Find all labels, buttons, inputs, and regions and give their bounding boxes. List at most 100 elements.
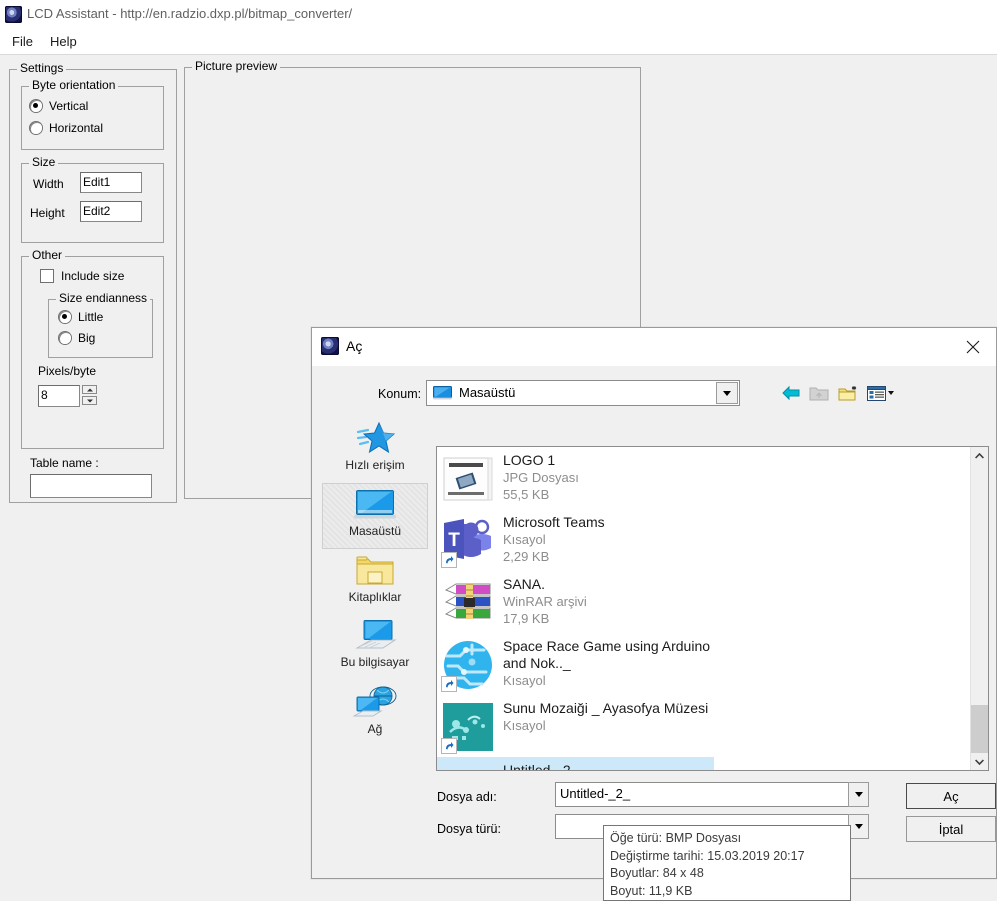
teal-thumbnail-icon — [439, 698, 497, 756]
size-endianness-title: Size endianness — [56, 292, 151, 304]
place-item-desktop[interactable]: Masaüstü — [322, 483, 428, 549]
file-item-size: 55,5 KB — [503, 487, 550, 502]
other-group-title: Other — [29, 249, 66, 261]
place-item-quick-access-label: Hızlı erişim — [345, 458, 405, 472]
file-list-item[interactable]: Space Race Game using Arduino and Nok.._… — [437, 633, 972, 697]
file-item-type: JPG Dosyası — [503, 470, 579, 485]
menu-item-help[interactable]: Help — [44, 32, 83, 51]
tooltip-line: Boyutlar: 84 x 48 — [610, 866, 704, 880]
place-item-network-label: Ağ — [367, 722, 383, 736]
dialog-titlebar: Aç — [312, 328, 996, 366]
location-combobox[interactable]: Masaüstü — [426, 380, 740, 406]
height-input[interactable]: Edit2 — [80, 201, 142, 222]
file-item-info: Untitled-_2_ BMP Dosyası 11,9 KB — [503, 760, 582, 770]
filetype-label: Dosya türü: — [437, 822, 501, 836]
radio-vertical[interactable]: Vertical — [30, 98, 88, 114]
place-item-quick-access[interactable]: Hızlı erişim — [322, 418, 428, 484]
other-group: Other Include size Size endianness Littl… — [21, 249, 164, 449]
file-item-name: Microsoft Teams — [503, 514, 605, 530]
libraries-folder-icon — [355, 550, 395, 590]
radio-horizontal[interactable]: Horizontal — [30, 120, 103, 136]
new-folder-icon[interactable] — [835, 380, 861, 406]
pixels-per-byte-input[interactable]: 8 — [38, 385, 80, 407]
include-size-checkbox[interactable]: Include size — [40, 268, 124, 284]
desktop-icon — [433, 386, 452, 400]
tooltip-line: Boyut: 11,9 KB — [610, 883, 693, 898]
radio-horizontal-indicator — [30, 122, 42, 134]
open-file-dialog: Aç Konum: Masaüstü Hızlı erişim Masaüstü… — [311, 327, 997, 901]
place-item-this-pc[interactable]: Bu bilgisayar — [322, 615, 428, 681]
tooltip-line: Öğe türü: BMP Dosyası — [610, 831, 742, 845]
chevron-down-icon[interactable] — [716, 382, 738, 404]
file-tooltip: Öğe türü: BMP Dosyası Değiştirme tarihi:… — [603, 825, 851, 901]
file-item-name: LOGO 1 — [503, 452, 556, 468]
close-icon[interactable] — [950, 328, 996, 366]
menubar: File Help — [0, 28, 997, 54]
location-label: Konum: — [378, 387, 422, 401]
file-item-size: 17,9 KB — [503, 611, 550, 626]
stepper-up-icon[interactable] — [82, 385, 97, 394]
place-item-network[interactable]: Ağ — [322, 682, 428, 744]
app-eye-icon — [321, 337, 339, 355]
include-size-check-indicator — [40, 269, 54, 283]
this-pc-icon — [353, 615, 397, 655]
file-item-type: WinRAR arşivi — [503, 594, 587, 609]
file-item-info: Sunu Mozaiği _ Ayasofya Müzesi Kısayol — [503, 698, 708, 734]
location-value: Masaüstü — [459, 385, 516, 400]
file-item-size: 2,29 KB — [503, 549, 550, 564]
place-item-this-pc-label: Bu bilgisayar — [340, 655, 410, 669]
radio-big-indicator — [59, 332, 71, 344]
file-item-info: LOGO 1 JPG Dosyası 55,5 KB — [503, 450, 579, 503]
size-endianness-group: Size endianness Little Big — [48, 292, 153, 358]
file-list-item-selected[interactable]: Untitled-_2_ BMP Dosyası 11,9 KB — [437, 757, 714, 770]
views-icon[interactable] — [864, 380, 898, 406]
file-list-item[interactable]: LOGO 1 JPG Dosyası 55,5 KB — [437, 447, 972, 511]
menu-item-file[interactable]: File — [6, 32, 39, 51]
file-list-item[interactable]: Sunu Mozaiği _ Ayasofya Müzesi Kısayol — [437, 695, 972, 759]
file-item-info: Microsoft Teams Kısayol 2,29 KB — [503, 512, 605, 565]
scroll-down-icon[interactable] — [971, 753, 988, 770]
up-folder-icon — [806, 380, 832, 406]
app-eye-icon — [5, 6, 22, 23]
radio-big[interactable]: Big — [59, 330, 95, 346]
radio-vertical-label: Vertical — [49, 99, 89, 113]
table-name-label: Table name : — [30, 456, 99, 470]
picture-preview-title: Picture preview — [192, 60, 281, 72]
filetype-dropdown-icon[interactable] — [848, 814, 869, 839]
shortcut-badge-icon — [441, 676, 457, 692]
radio-vertical-indicator — [30, 100, 42, 112]
scrollbar-thumb[interactable] — [971, 705, 988, 753]
open-button[interactable]: Aç — [906, 783, 996, 809]
cancel-button[interactable]: İptal — [906, 816, 996, 842]
table-name-input[interactable] — [30, 474, 152, 498]
teams-icon: T — [439, 512, 497, 570]
file-item-info: SANA. WinRAR arşivi 17,9 KB — [503, 574, 587, 627]
file-list-item[interactable]: SANA. WinRAR arşivi 17,9 KB — [437, 571, 972, 635]
shortcut-badge-icon — [441, 738, 457, 754]
network-icon — [353, 682, 397, 722]
jpg-thumbnail-icon — [439, 450, 497, 508]
filename-input[interactable]: Untitled-_2_ — [555, 782, 869, 807]
width-label: Width — [33, 177, 64, 191]
place-item-libraries[interactable]: Kitaplıklar — [322, 550, 428, 616]
stepper-down-icon[interactable] — [82, 396, 97, 405]
place-item-desktop-label: Masaüstü — [348, 524, 402, 538]
file-item-name: SANA. — [503, 576, 546, 592]
winrar-icon — [439, 574, 497, 632]
file-item-type: Kısayol — [503, 532, 546, 547]
file-list-scrollbar[interactable] — [970, 447, 988, 770]
back-arrow-icon[interactable] — [778, 380, 804, 406]
filename-dropdown-icon[interactable] — [848, 782, 869, 807]
arduino-circuit-icon — [439, 636, 497, 694]
file-item-name: Sunu Mozaiği _ Ayasofya Müzesi — [503, 700, 709, 716]
radio-little[interactable]: Little — [59, 309, 103, 325]
byte-orientation-group: Byte orientation Vertical Horizontal — [21, 79, 164, 150]
file-list-item[interactable]: T Microsoft Teams Kısayol 2,29 KB — [437, 509, 972, 573]
scroll-up-icon[interactable] — [971, 447, 988, 464]
width-input[interactable]: Edit1 — [80, 172, 142, 193]
file-list[interactable]: LOGO 1 JPG Dosyası 55,5 KB T Microsoft T… — [436, 446, 989, 771]
file-item-type: Kısayol — [503, 673, 546, 688]
dialog-title: Aç — [346, 338, 363, 354]
sat-bmp-icon — [439, 760, 497, 770]
file-item-info: Space Race Game using Arduino and Nok.._… — [503, 636, 733, 689]
